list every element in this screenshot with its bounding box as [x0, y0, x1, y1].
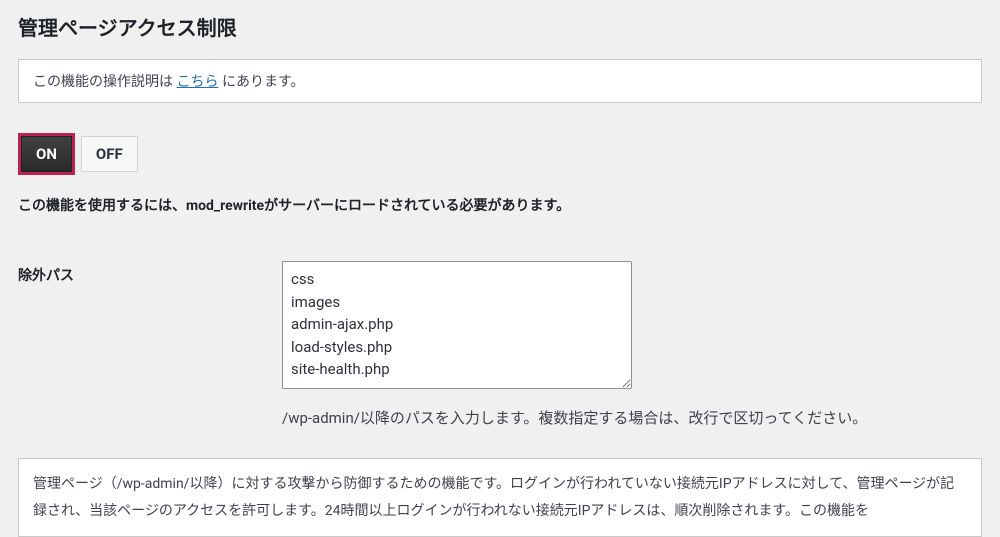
- operation-notice: この機能の操作説明は こちら にあります。: [18, 59, 982, 103]
- toggle-off-button[interactable]: OFF: [81, 136, 138, 172]
- exclude-path-textarea[interactable]: [282, 261, 632, 389]
- settings-table: 除外パス /wp-admin/以降のパスを入力します。複数指定する場合は、改行で…: [18, 261, 982, 428]
- feature-toggle: ON OFF: [18, 133, 982, 175]
- notice-text-before: この機能の操作説明は: [33, 74, 176, 90]
- toggle-on-button[interactable]: ON: [21, 136, 72, 172]
- requirement-note: この機能を使用するには、mod_rewriteがサーバーにロードされている必要が…: [18, 195, 982, 215]
- feature-description-box: 管理ページ（/wp-admin/以降）に対する攻撃から防御するための機能です。ロ…: [18, 458, 982, 537]
- exclude-path-label: 除外パス: [18, 261, 282, 428]
- exclude-path-description: /wp-admin/以降のパスを入力します。複数指定する場合は、改行で区切ってく…: [282, 407, 982, 428]
- notice-text-after: にあります。: [218, 74, 304, 90]
- page-title: 管理ページアクセス制限: [18, 12, 982, 41]
- toggle-on-highlight: ON: [18, 133, 75, 175]
- notice-link[interactable]: こちら: [176, 74, 218, 90]
